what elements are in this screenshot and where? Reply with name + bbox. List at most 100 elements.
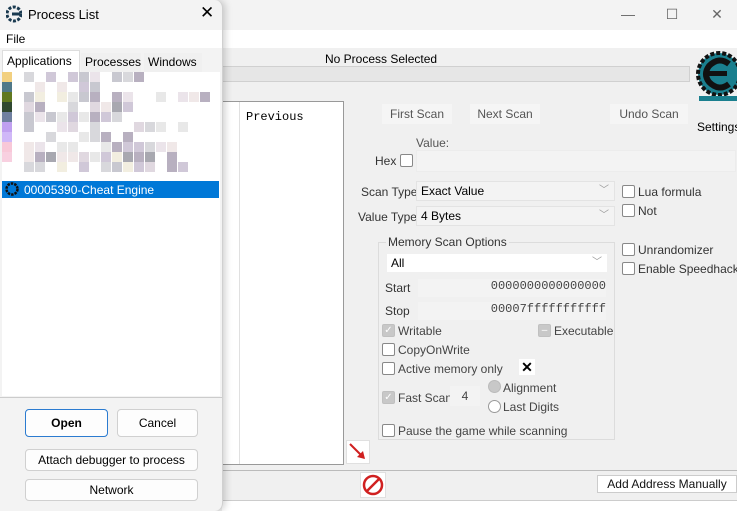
blur-block (145, 152, 155, 162)
value-type-label: Value Type (358, 210, 417, 224)
blur-block (101, 162, 111, 172)
dialog-title: Process List (28, 7, 99, 22)
blur-block (35, 102, 45, 112)
process-list-dialog: Process List ✕ File Applications Process… (0, 0, 223, 511)
copy-on-write-checkbox[interactable] (382, 343, 395, 356)
alignment-radio[interactable] (488, 380, 501, 393)
process-list[interactable]: 00005390-Cheat Engine (2, 72, 220, 396)
maximize-button[interactable]: ☐ (662, 6, 682, 24)
blur-block (68, 72, 78, 82)
blur-block (90, 72, 100, 82)
blur-block (112, 162, 122, 172)
executable-label: Executable (554, 324, 614, 338)
progress-bar (222, 66, 690, 82)
cheat-engine-process-icon (5, 182, 19, 196)
unrandomizer-checkbox[interactable] (622, 243, 635, 256)
stop-address-input[interactable]: 00007fffffffffff (418, 302, 606, 320)
blur-block (112, 142, 122, 152)
active-memory-checkbox[interactable] (382, 362, 395, 375)
blur-block (167, 142, 177, 152)
dialog-close-icon[interactable]: ✕ (200, 3, 214, 23)
blur-block (123, 162, 133, 172)
minimize-button[interactable]: — (618, 6, 638, 24)
found-addresses-list[interactable]: Previous (222, 101, 344, 465)
blur-block (79, 82, 89, 92)
blur-block (79, 92, 89, 102)
attach-debugger-button[interactable]: Attach debugger to process (25, 449, 198, 471)
blur-block (2, 82, 12, 92)
writable-checkbox[interactable]: ✓ (382, 324, 395, 337)
settings-label[interactable]: Settings (697, 120, 737, 134)
cancel-button[interactable]: Cancel (117, 409, 198, 437)
memory-region-select[interactable]: All ﹀ (386, 253, 608, 273)
not-label: Not (638, 204, 657, 218)
stop-icon[interactable] (360, 472, 386, 498)
blur-block (123, 72, 133, 82)
blur-block (57, 152, 67, 162)
add-address-manually-button[interactable]: Add Address Manually (597, 475, 737, 493)
chevron-down-icon: ﹀ (599, 210, 609, 221)
network-button[interactable]: Network (25, 479, 198, 501)
close-x-icon[interactable]: ✕ (519, 359, 535, 375)
pause-game-label: Pause the game while scanning (398, 424, 568, 438)
blur-block (24, 122, 34, 132)
blur-block (112, 112, 122, 122)
blur-block (35, 82, 45, 92)
add-to-list-arrow-icon[interactable] (346, 440, 370, 464)
settings-logo-icon[interactable] (695, 50, 737, 120)
memory-scan-options-title: Memory Scan Options (386, 235, 509, 249)
blur-block (68, 112, 78, 122)
chevron-down-icon: ﹀ (599, 185, 609, 196)
tab-applications[interactable]: Applications (2, 50, 80, 72)
blur-block (24, 112, 34, 122)
alignment-label: Alignment (503, 381, 557, 395)
previous-column-header[interactable]: Previous (246, 110, 304, 124)
blur-block (123, 142, 133, 152)
blur-block (101, 102, 111, 112)
last-digits-radio[interactable] (488, 400, 501, 413)
scan-type-select[interactable]: Exact Value ﹀ (416, 181, 615, 201)
blur-block (101, 152, 111, 162)
blur-block (134, 122, 144, 132)
blur-block (46, 72, 56, 82)
not-checkbox[interactable] (622, 204, 635, 217)
start-address-input[interactable]: 0000000000000000 (418, 279, 606, 297)
chevron-down-icon: ﹀ (592, 257, 602, 268)
active-memory-label: Active memory only (398, 362, 503, 376)
blur-block (57, 82, 67, 92)
speedhack-checkbox[interactable] (622, 262, 635, 275)
executable-checkbox[interactable]: – (538, 324, 551, 337)
blur-block (134, 72, 144, 82)
open-button[interactable]: Open (25, 409, 108, 437)
value-input[interactable] (416, 150, 736, 172)
blur-block (90, 102, 100, 112)
first-scan-button[interactable]: First Scan (381, 103, 453, 125)
process-list-item-selected[interactable]: 00005390-Cheat Engine (2, 181, 219, 198)
splitter[interactable] (222, 470, 737, 471)
tab-windows[interactable]: Windows (144, 53, 202, 72)
blur-block (24, 102, 34, 112)
blur-block (57, 92, 67, 102)
blur-block (46, 112, 56, 122)
lua-formula-checkbox[interactable] (622, 185, 635, 198)
blur-block (90, 122, 100, 132)
blur-block (79, 72, 89, 82)
fast-scan-input[interactable]: 4 (450, 386, 480, 406)
pause-game-checkbox[interactable] (382, 424, 395, 437)
fast-scan-checkbox[interactable]: ✓ (382, 391, 395, 404)
blur-block (24, 72, 34, 82)
blur-block (79, 132, 89, 142)
value-type-select[interactable]: 4 Bytes ﹀ (416, 206, 615, 226)
blur-block (68, 152, 78, 162)
next-scan-button[interactable]: Next Scan (469, 103, 541, 125)
address-table[interactable] (222, 500, 737, 511)
blur-block (46, 152, 56, 162)
fast-scan-label: Fast Scan (398, 391, 453, 405)
close-button[interactable]: ✕ (707, 6, 727, 24)
hex-checkbox[interactable] (400, 154, 413, 167)
undo-scan-button[interactable]: Undo Scan (609, 103, 689, 125)
menu-file[interactable]: File (6, 32, 25, 46)
blur-block (35, 162, 45, 172)
blur-block (145, 142, 155, 152)
tab-processes[interactable]: Processes (81, 53, 141, 72)
